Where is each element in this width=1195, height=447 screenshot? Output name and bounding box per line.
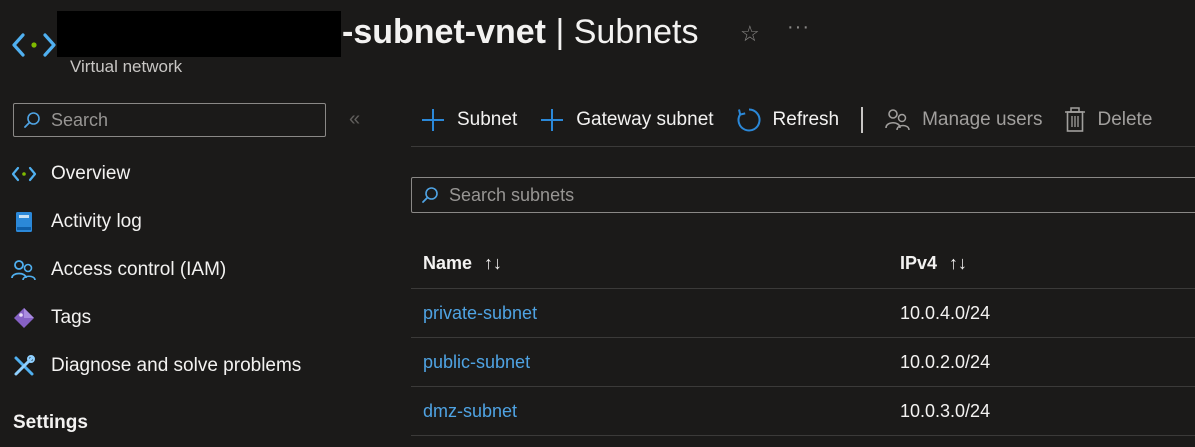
search-icon — [422, 187, 438, 203]
table-row: public-subnet 10.0.2.0/24 — [411, 338, 1195, 387]
wrench-icon — [10, 354, 38, 378]
page-title: -subnet-vnet | Subnets — [342, 9, 699, 55]
search-icon — [24, 112, 40, 128]
sidebar-item-diagnose[interactable]: Diagnose and solve problems — [10, 346, 301, 386]
sort-icon[interactable]: ↑↓ — [949, 253, 967, 274]
ellipsis-icon[interactable]: ··· — [787, 16, 810, 39]
sort-icon[interactable]: ↑↓ — [484, 253, 502, 274]
subnet-search-box[interactable] — [411, 177, 1195, 213]
add-subnet-label: Subnet — [457, 109, 518, 130]
subnet-ipv4: 10.0.4.0/24 — [900, 302, 991, 323]
subnet-name-link[interactable]: public-subnet — [423, 352, 530, 373]
subnet-name-link[interactable]: private-subnet — [423, 303, 537, 324]
star-icon[interactable]: ☆ — [740, 21, 760, 47]
resource-name: -subnet-vnet — [342, 13, 546, 51]
column-header-name[interactable]: Name ↑↓ — [423, 238, 502, 288]
add-gateway-subnet-button[interactable]: Gateway subnet — [539, 107, 714, 133]
manage-users-button[interactable]: Manage users — [885, 108, 1042, 132]
sidebar-item-label: Overview — [51, 163, 131, 184]
add-subnet-button[interactable]: Subnet — [420, 107, 517, 133]
refresh-label: Refresh — [772, 109, 840, 130]
sidebar-item-activity-log[interactable]: Activity log — [10, 202, 142, 242]
sidebar-item-label: Access control (IAM) — [51, 259, 227, 280]
subnet-search-input[interactable] — [447, 183, 1051, 207]
virtual-network-icon — [12, 31, 56, 59]
command-bar: Subnet Gateway subnet Refresh Manage use… — [420, 100, 1174, 140]
sidebar-item-overview[interactable]: Overview — [10, 154, 130, 194]
subnet-ipv4: 10.0.3.0/24 — [900, 400, 991, 421]
collapse-sidebar-icon[interactable]: « — [349, 108, 360, 131]
manage-users-label: Manage users — [922, 109, 1043, 130]
add-gateway-subnet-label: Gateway subnet — [576, 109, 714, 130]
column-label: Name — [423, 252, 473, 273]
sidebar-item-label: Activity log — [51, 211, 142, 232]
toolbar-separator — [411, 146, 1195, 147]
sidebar-item-label: Tags — [51, 307, 92, 328]
column-header-ipv4[interactable]: IPv4 ↑↓ — [900, 238, 967, 288]
trash-icon — [1064, 107, 1086, 133]
sidebar-item-tags[interactable]: Tags — [10, 298, 91, 338]
sidebar-item-label: Diagnose and solve problems — [51, 355, 302, 376]
redacted-resource-name — [57, 11, 341, 57]
subnet-name-link[interactable]: dmz-subnet — [423, 401, 517, 422]
plus-icon — [539, 107, 565, 133]
table-row: dmz-subnet 10.0.3.0/24 — [411, 387, 1195, 436]
table-row: private-subnet 10.0.4.0/24 — [411, 289, 1195, 338]
sidebar-search-box[interactable] — [13, 103, 326, 137]
subnet-ipv4: 10.0.2.0/24 — [900, 351, 991, 372]
plus-icon — [420, 107, 446, 133]
section-name: Subnets — [573, 13, 699, 51]
resource-type: Virtual network — [70, 57, 183, 76]
delete-button[interactable]: Delete — [1064, 107, 1152, 133]
column-label: IPv4 — [900, 252, 938, 273]
toolbar-divider — [861, 107, 864, 133]
tag-icon — [10, 306, 38, 330]
activity-log-icon — [10, 210, 38, 234]
refresh-button[interactable]: Refresh — [736, 107, 840, 133]
refresh-icon — [736, 107, 762, 133]
sidebar-search-input[interactable] — [49, 108, 313, 132]
sidebar-section-settings: Settings — [13, 412, 88, 433]
delete-label: Delete — [1097, 109, 1153, 130]
subnets-table: Name ↑↓ IPv4 ↑↓ private-subnet 10.0.4.0/… — [411, 238, 1195, 436]
vnet-icon — [10, 162, 38, 186]
people-icon — [10, 258, 38, 282]
manage-users-icon — [885, 108, 911, 132]
sidebar-item-access-control[interactable]: Access control (IAM) — [10, 250, 226, 290]
title-separator: | — [546, 13, 574, 51]
table-header: Name ↑↓ IPv4 ↑↓ — [411, 238, 1195, 289]
